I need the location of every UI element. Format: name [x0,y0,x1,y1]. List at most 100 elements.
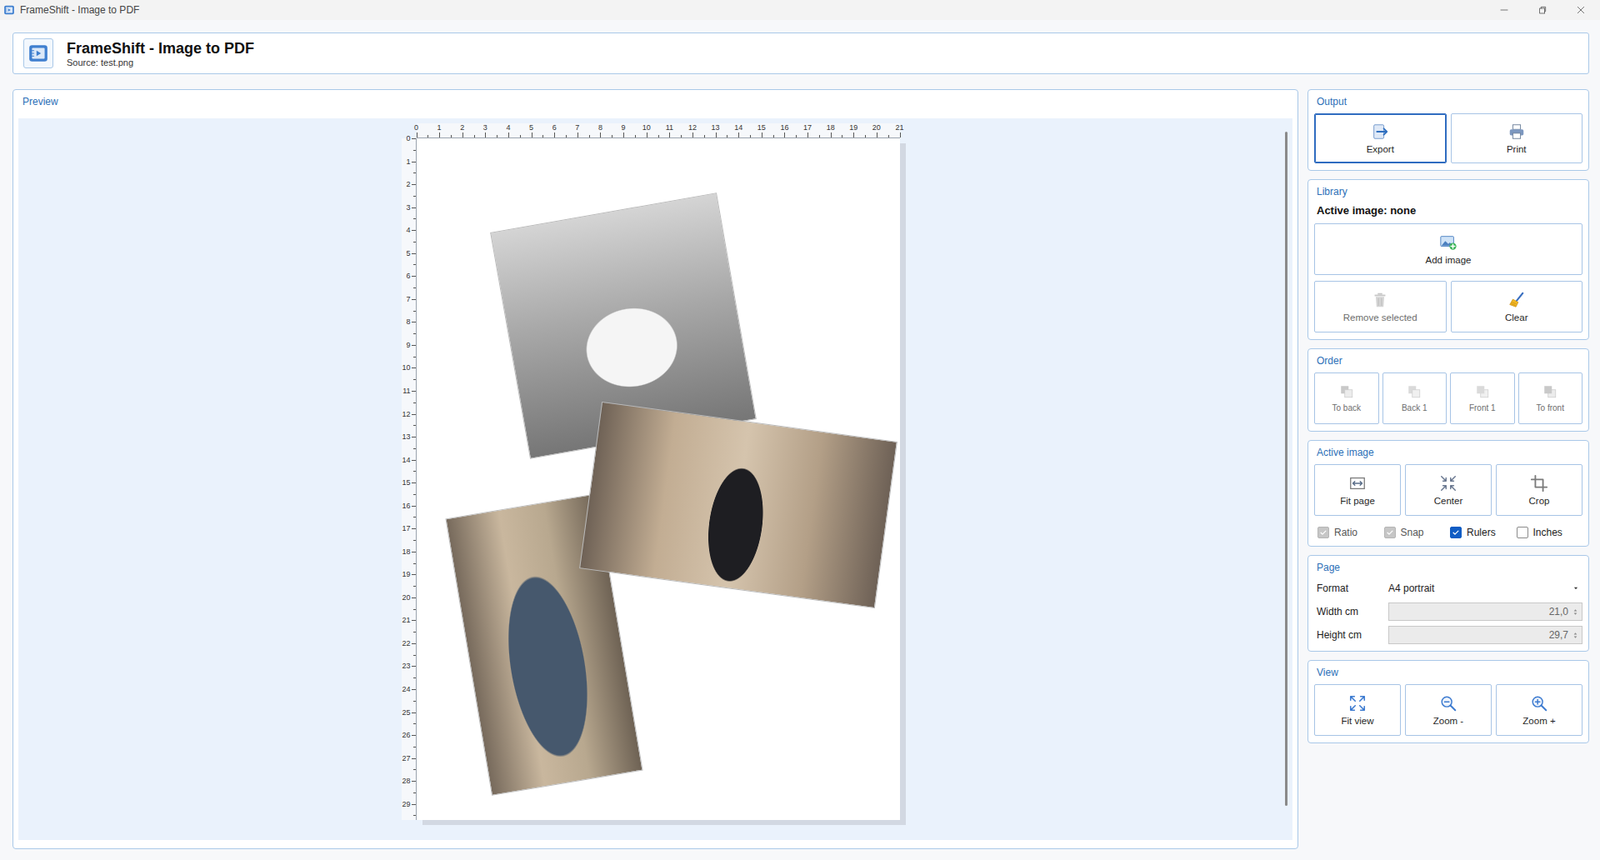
ruler-tick [413,402,416,404]
scrollbar-thumb[interactable] [1285,131,1288,806]
restore-button[interactable] [1523,0,1562,20]
ruler-label: 10 [642,123,651,132]
ruler-tick [413,516,416,518]
ruler-tick [411,275,416,277]
preview-panel: Preview012345678910111213141516171819202… [12,89,1299,850]
active-image-status: Active image: none [1316,203,1583,219]
spin-field[interactable]: 29,7 [1388,625,1583,645]
export-icon [1370,122,1390,141]
active-image-button[interactable]: Center [1405,464,1492,516]
checkbox-box[interactable] [1384,526,1396,539]
ruler-tick [413,470,416,472]
zoom-out-icon [1439,694,1458,713]
ruler-tick [554,132,555,138]
ruler-label: 1 [437,123,442,132]
ruler-tick [623,132,625,138]
ruler-tick [577,132,579,138]
group-title: Order [1316,354,1583,368]
ruler-tick [413,723,416,725]
ruler-label: 27 [401,754,410,763]
ruler-label: 1 [405,157,410,166]
ruler-label: 6 [552,123,557,132]
ruler-tick [413,700,416,702]
view-button[interactable]: Zoom - [1405,684,1492,736]
order-button[interactable]: To front [1518,372,1584,425]
ruler-label: 13 [711,123,720,132]
page [416,138,900,820]
field-label: Height cm [1316,629,1389,641]
ruler-tick [411,161,416,163]
ruler-label: 2 [405,180,410,189]
add-image-button[interactable]: Add image [1314,223,1583,275]
back-one-icon [1406,384,1422,400]
output-button[interactable]: Export [1314,113,1447,164]
order-button[interactable]: Front 1 [1450,372,1515,425]
scrollbar[interactable] [1285,131,1288,827]
ruler-tick [508,132,510,138]
window-title: FrameShift - Image to PDF [20,4,140,16]
close-button[interactable] [1561,0,1600,20]
ruler-label: 13 [401,432,410,441]
ruler-label: 11 [665,123,674,132]
library-button[interactable]: Clear [1450,280,1584,333]
ruler-tick [413,172,416,174]
ruler-tick [413,815,416,816]
checkbox-box[interactable] [1450,526,1462,539]
add-image-icon [1439,233,1458,252]
ruler-tick [411,528,416,530]
ruler-label: 12 [401,410,410,419]
ruler-tick [411,414,416,415]
output-button[interactable]: Print [1450,113,1584,164]
ruler-tick [773,135,775,138]
ruler-label: 24 [401,685,410,694]
ruler-label: 26 [401,730,410,740]
ruler-label: 2 [460,123,465,132]
spin-field[interactable]: 21,0 [1388,602,1583,621]
ruler-tick [413,150,416,151]
order-button[interactable]: Back 1 [1382,372,1448,425]
ruler-tick [413,333,416,335]
ruler-label: 6 [405,271,410,280]
ruler-tick [413,241,416,243]
option-checkbox[interactable]: Inches [1516,525,1584,540]
ruler-label: 29 [401,800,410,809]
option-checkbox[interactable]: Rulers [1450,525,1517,540]
ruler-tick [726,135,728,138]
ruler-label: 4 [505,123,510,132]
ruler-tick [565,135,567,138]
center-icon [1439,474,1458,493]
sidebar: OutputExportPrintLibraryActive image: no… [1307,89,1590,850]
active-image-group: Active imageFit pageCenterCropRatioSnapR… [1307,440,1590,547]
ruler-label: 3 [405,203,410,212]
option-checkbox[interactable]: Snap [1384,525,1451,540]
order-button[interactable]: To back [1314,372,1380,425]
restore-icon [1535,3,1550,17]
format-select[interactable]: A4 portrait [1388,579,1583,598]
checkbox-box[interactable] [1516,526,1529,539]
ruler-tick [413,264,416,265]
checkbox-box[interactable] [1317,526,1330,539]
view-button[interactable]: Zoom + [1495,684,1583,736]
active-image-button[interactable]: Fit page [1314,464,1401,516]
ruler-tick [520,135,521,138]
minimize-button[interactable] [1485,0,1524,20]
output-group: OutputExportPrint [1307,89,1590,171]
library-button[interactable]: Remove selected [1314,280,1447,333]
view-group: ViewFit viewZoom -Zoom + [1307,660,1590,744]
ruler-tick [485,132,486,138]
ruler-tick [462,132,464,138]
to-front-icon [1542,384,1558,400]
ruler-top: 0123456789101112131415161718192021 [416,123,900,139]
app-logo [23,38,54,69]
ruler-tick [411,345,416,346]
ruler-label: 16 [401,501,410,510]
active-image-button[interactable]: Crop [1495,464,1583,516]
ruler-tick [411,436,416,438]
page-image[interactable] [579,401,898,609]
ruler-tick [413,287,416,289]
view-button[interactable]: Fit view [1314,684,1401,736]
ruler-tick [876,132,878,138]
ruler-tick [413,655,416,656]
option-checkbox[interactable]: Ratio [1317,525,1385,540]
ruler-label: 8 [598,123,603,132]
